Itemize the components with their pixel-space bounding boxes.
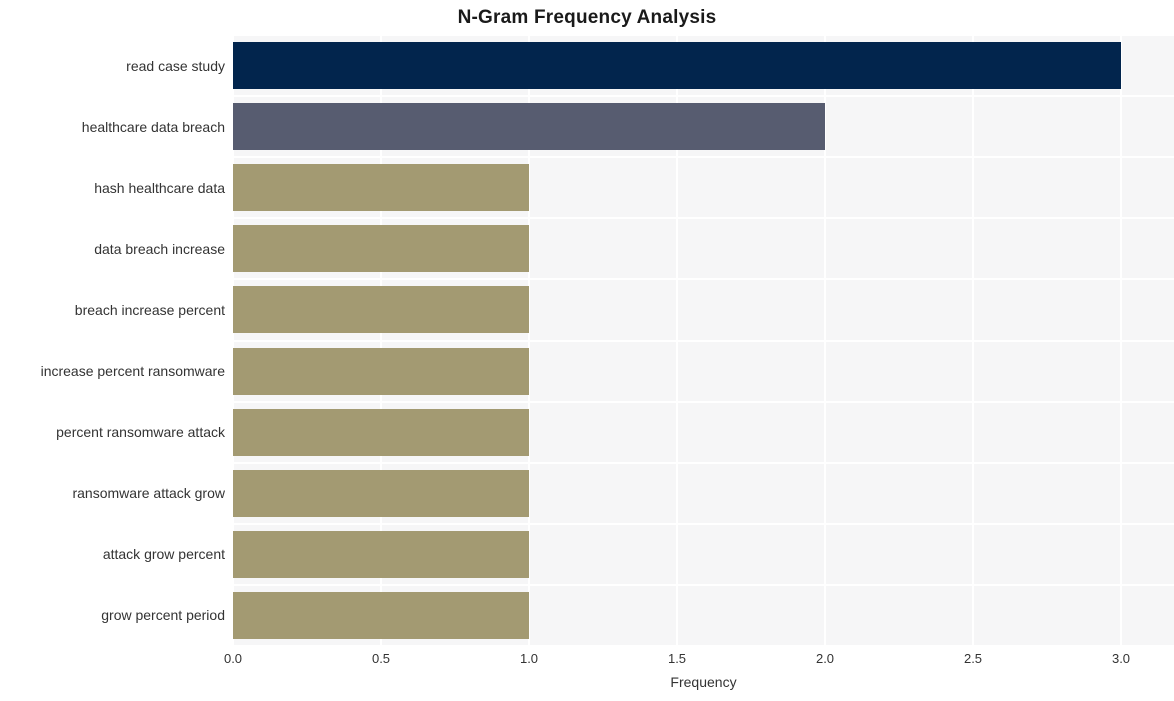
gridline-horizontal: [233, 95, 1174, 98]
gridline-horizontal: [233, 278, 1174, 281]
x-axis: 0.0 0.5 1.0 1.5 2.0 2.5 3.0: [224, 646, 1174, 676]
gridline-horizontal: [233, 400, 1174, 403]
y-axis: read case study healthcare data breach has…: [0, 35, 233, 646]
chart-figure: N-Gram Frequency Analysis read case stud…: [0, 0, 1174, 701]
gridline-horizontal: [233, 522, 1174, 525]
y-axis-tick-label: grow percent period: [101, 607, 225, 624]
x-axis-tick-label: 1.5: [667, 651, 687, 666]
x-axis-tick-label: 1.0: [519, 651, 539, 666]
gridline-horizontal: [233, 35, 1174, 36]
chart-title: N-Gram Frequency Analysis: [457, 7, 717, 28]
y-axis-tick-label: percent ransomware attack: [56, 424, 225, 441]
bar: [233, 347, 529, 395]
plot-area: [233, 35, 1174, 646]
bar: [233, 225, 529, 273]
bar: [233, 103, 825, 151]
x-axis-title: Frequency: [670, 674, 737, 690]
x-axis-tick-label: 2.5: [963, 651, 983, 666]
x-axis-tick-label: 3.0: [1111, 651, 1131, 666]
bar: [233, 530, 529, 578]
gridline-horizontal: [233, 461, 1174, 464]
y-axis-tick-label: ransomware attack grow: [72, 485, 225, 502]
bar: [233, 42, 1121, 90]
bar: [233, 286, 529, 334]
y-axis-tick-label: data breach increase: [94, 240, 225, 257]
x-axis-tick-label: 0.0: [223, 651, 243, 666]
gridline-horizontal: [233, 156, 1174, 159]
x-axis-tick-label: 0.5: [371, 651, 391, 666]
gridline-horizontal: [233, 217, 1174, 220]
y-axis-tick-label: hash healthcare data: [94, 179, 225, 196]
gridline-horizontal: [233, 339, 1174, 342]
y-axis-tick-label: healthcare data breach: [81, 118, 225, 135]
bar: [233, 469, 529, 517]
y-axis-tick-label: read case study: [126, 57, 225, 74]
y-axis-tick-label: increase percent ransomware: [40, 363, 225, 380]
x-axis-tick-label: 2.0: [815, 651, 835, 666]
bar: [233, 164, 529, 212]
gridline-horizontal: [233, 583, 1174, 586]
bar: [233, 408, 529, 456]
y-axis-tick-label: attack grow percent: [102, 546, 225, 563]
bar: [233, 591, 529, 639]
y-axis-tick-label: breach increase percent: [74, 301, 225, 318]
